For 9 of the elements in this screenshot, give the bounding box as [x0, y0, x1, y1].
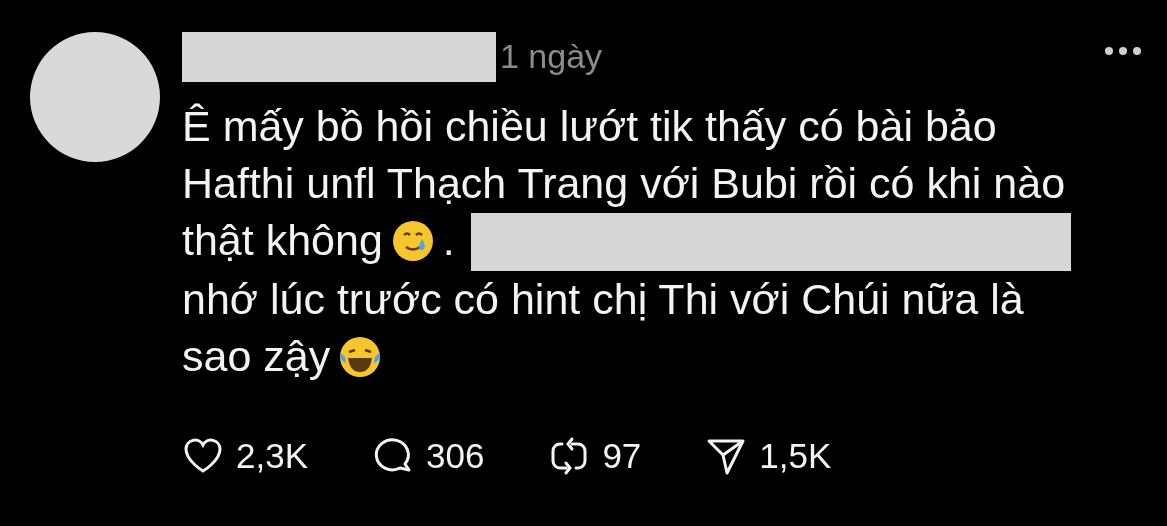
reply-button[interactable]: 306 — [372, 435, 485, 477]
post-text: Ê mấy bồ hồi chiều lướt tik thấy có bài bảo Hafthi unfl Thạch Trang với Bubi rồi có khi nào thật không . nhớ lúc trước có hint chị Thi với Chúi nữa là sao zậy — [182, 98, 1142, 385]
post-time: 1 ngày — [500, 36, 603, 76]
repost-button[interactable]: 97 — [548, 435, 642, 477]
laughing-tears-emoji-icon — [338, 335, 383, 379]
more-options-icon[interactable] — [1104, 46, 1142, 56]
smiling-tear-emoji-icon — [390, 219, 435, 263]
share-button[interactable]: 1,5K — [705, 435, 832, 477]
like-button[interactable]: 2,3K — [182, 435, 308, 477]
